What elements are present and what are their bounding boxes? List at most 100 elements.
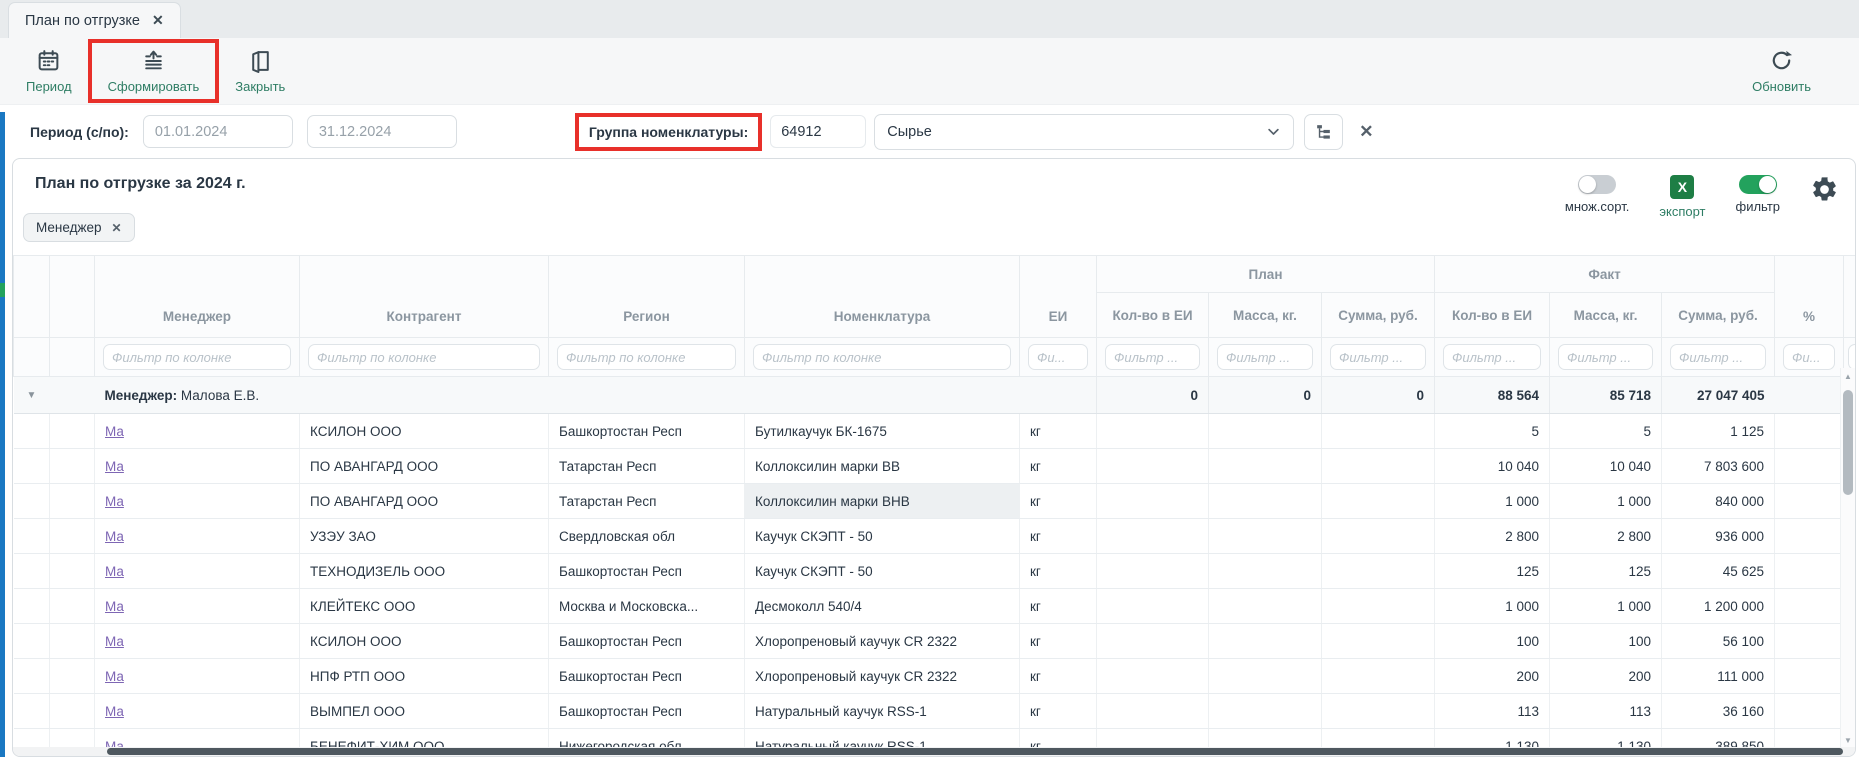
fact-sum-cell[interactable]: 111 000 [1662,659,1775,694]
fact-mass-cell[interactable]: 5 [1550,414,1662,449]
col-header-region[interactable]: Регион [549,256,745,338]
filter-fact-qty-input[interactable] [1443,344,1541,370]
col-header-manager[interactable]: Менеджер [95,256,300,338]
filter-manager-input[interactable] [103,344,291,370]
date-to-input[interactable] [307,115,457,148]
region-cell[interactable]: Башкортостан Респ [549,414,745,449]
unit-cell[interactable]: кг [1020,589,1097,624]
nomenclature-cell[interactable]: Каучук СКЭПТ - 50 [745,554,1020,589]
contragent-cell[interactable]: ВЫМПЕЛ ООО [300,694,549,729]
unit-cell[interactable]: кг [1020,624,1097,659]
nomenclature-cell[interactable]: Коллоксилин марки ВВ [745,449,1020,484]
col-header-fact-qty[interactable]: Кол-во в ЕИ [1435,293,1550,338]
filter-contragent-input[interactable] [308,344,540,370]
grouping-chip-manager[interactable]: Менеджер ✕ [23,213,135,242]
fact-qty-cell[interactable]: 1 000 [1435,589,1550,624]
vertical-scrollbar[interactable]: ▲ ▼ [1840,368,1855,747]
group-code-input[interactable] [770,115,866,148]
group-row-manager[interactable]: ▼ Менеджер: Малова Е.В. 0 0 0 88 564 85 … [14,377,1856,414]
chip-close-icon[interactable]: ✕ [112,221,122,235]
fact-sum-cell[interactable]: 7 803 600 [1662,449,1775,484]
refresh-button[interactable]: Обновить [1740,45,1823,97]
region-cell[interactable]: Татарстан Респ [549,484,745,519]
fact-mass-cell[interactable]: 113 [1550,694,1662,729]
nomenclature-cell[interactable]: Каучук СКЭПТ - 50 [745,519,1020,554]
contragent-cell[interactable]: КСИЛОН ООО [300,624,549,659]
region-cell[interactable]: Башкортостан Респ [549,694,745,729]
col-header-plan-qty[interactable]: Кол-во в ЕИ [1097,293,1209,338]
table-row[interactable]: Ма УЗЭУ ЗАО Свердловская обл Каучук СКЭП… [14,519,1856,554]
scroll-up-icon[interactable]: ▲ [1841,372,1855,381]
fact-mass-cell[interactable]: 200 [1550,659,1662,694]
region-cell[interactable]: Башкортостан Респ [549,659,745,694]
fact-qty-cell[interactable]: 2 800 [1435,519,1550,554]
table-row[interactable]: Ма КСИЛОН ООО Башкортостан Респ Хлоропре… [14,624,1856,659]
table-row[interactable]: Ма ВЫМПЕЛ ООО Башкортостан Респ Натураль… [14,694,1856,729]
collapse-triangle-icon[interactable]: ▼ [14,377,50,414]
col-header-plan-mass[interactable]: Масса, кг. [1209,293,1322,338]
clear-group-icon[interactable]: ✕ [1359,122,1373,142]
fact-qty-cell[interactable]: 100 [1435,624,1550,659]
filter-plan-mass-input[interactable] [1217,344,1313,370]
multisort-control[interactable]: множ.сорт. [1565,175,1629,214]
col-header-contragent[interactable]: Контрагент [300,256,549,338]
nomenclature-cell[interactable]: Десмоколл 540/4 [745,589,1020,624]
filter-control[interactable]: фильтр [1736,175,1780,214]
contragent-cell[interactable]: КЛЕЙТЕКС ООО [300,589,549,624]
horizontal-scroll-thumb[interactable] [107,748,1843,755]
excel-export-icon[interactable]: X [1670,175,1694,199]
generate-button[interactable]: Сформировать [96,45,212,97]
col-header-plan-sum[interactable]: Сумма, руб. [1322,293,1435,338]
filter-percent-input[interactable] [1783,344,1835,370]
fact-sum-cell[interactable]: 1 200 000 [1662,589,1775,624]
filter-fact-mass-input[interactable] [1558,344,1653,370]
nomenclature-cell[interactable]: Коллоксилин марки ВНВ [745,484,1020,519]
manager-link[interactable]: Ма [105,459,124,474]
fact-qty-cell[interactable]: 200 [1435,659,1550,694]
fact-qty-cell[interactable]: 10 040 [1435,449,1550,484]
manager-link[interactable]: Ма [105,599,124,614]
contragent-cell[interactable]: ПО АВАНГАРД ООО [300,484,549,519]
fact-qty-cell[interactable]: 1 000 [1435,484,1550,519]
splitter-strip[interactable] [0,112,5,757]
group-select[interactable]: Сырье [874,114,1294,150]
table-row[interactable]: Ма ПО АВАНГАРД ООО Татарстан Респ Коллок… [14,449,1856,484]
table-row[interactable]: Ма ТЕХНОДИЗЕЛЬ ООО Башкортостан Респ Кау… [14,554,1856,589]
filter-region-input[interactable] [557,344,736,370]
period-button[interactable]: Период [14,45,84,97]
fact-mass-cell[interactable]: 1 000 [1550,589,1662,624]
table-row[interactable]: Ма НПФ РТП ООО Башкортостан Респ Хлоропр… [14,659,1856,694]
filter-toggle[interactable] [1739,175,1777,194]
fact-sum-cell[interactable]: 56 100 [1662,624,1775,659]
unit-cell[interactable]: кг [1020,519,1097,554]
fact-sum-cell[interactable]: 936 000 [1662,519,1775,554]
filter-nomenclature-input[interactable] [753,344,1011,370]
region-cell[interactable]: Москва и Московска... [549,589,745,624]
contragent-cell[interactable]: НПФ РТП ООО [300,659,549,694]
fact-sum-cell[interactable]: 1 125 [1662,414,1775,449]
manager-link[interactable]: Ма [105,529,124,544]
fact-mass-cell[interactable]: 2 800 [1550,519,1662,554]
manager-link[interactable]: Ма [105,669,124,684]
filter-plan-sum-input[interactable] [1330,344,1426,370]
tab-close-icon[interactable]: ✕ [152,12,164,29]
unit-cell[interactable]: кг [1020,694,1097,729]
region-cell[interactable]: Башкортостан Респ [549,624,745,659]
fact-qty-cell[interactable]: 125 [1435,554,1550,589]
filter-clipped-input[interactable] [1848,344,1856,370]
nomenclature-cell[interactable]: Натуральный каучук RSS-1 [745,694,1020,729]
filter-unit-input[interactable] [1028,344,1088,370]
fact-qty-cell[interactable]: 5 [1435,414,1550,449]
fact-mass-cell[interactable]: 1 000 [1550,484,1662,519]
multisort-toggle[interactable] [1578,175,1616,194]
table-row[interactable]: Ма ПО АВАНГАРД ООО Татарстан Респ Коллок… [14,484,1856,519]
unit-cell[interactable]: кг [1020,414,1097,449]
scroll-down-icon[interactable]: ▼ [1841,736,1855,745]
table-row[interactable]: Ма КСИЛОН ООО Башкортостан Респ Бутилкау… [14,414,1856,449]
nomenclature-cell[interactable]: Бутилкаучук БК-1675 [745,414,1020,449]
contragent-cell[interactable]: КСИЛОН ООО [300,414,549,449]
manager-link[interactable]: Ма [105,704,124,719]
unit-cell[interactable]: кг [1020,449,1097,484]
contragent-cell[interactable]: УЗЭУ ЗАО [300,519,549,554]
fact-mass-cell[interactable]: 10 040 [1550,449,1662,484]
